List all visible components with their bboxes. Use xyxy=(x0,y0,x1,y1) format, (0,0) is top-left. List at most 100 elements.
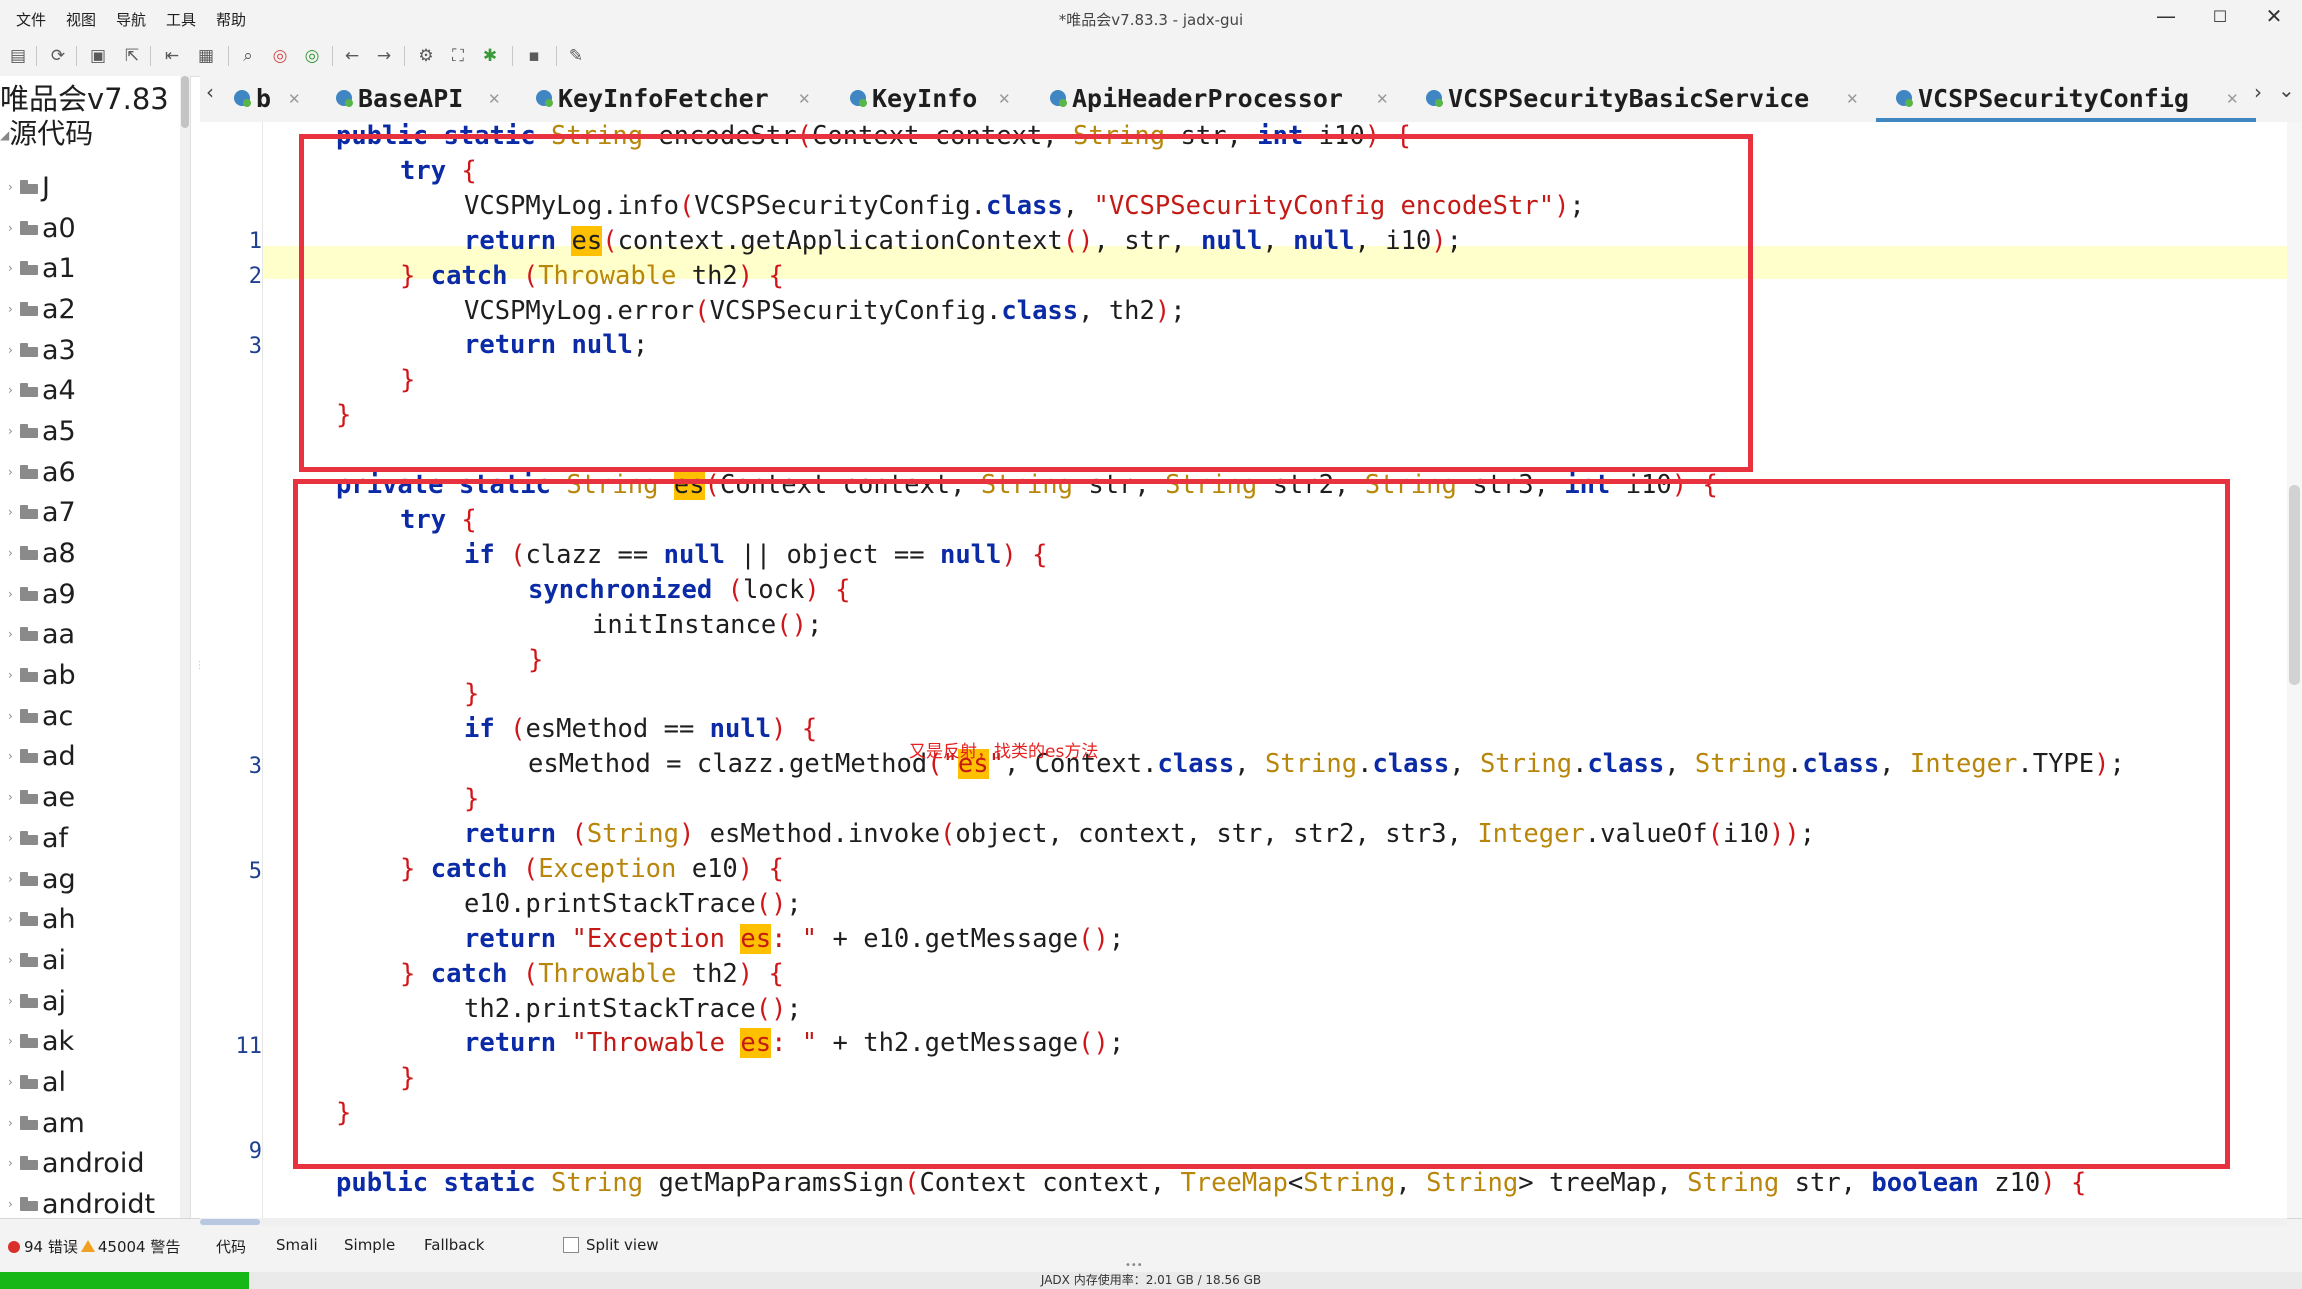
collapsed-arrow-icon[interactable]: › xyxy=(8,709,13,723)
collapsed-arrow-icon[interactable]: › xyxy=(8,302,13,316)
package-icon xyxy=(20,546,38,561)
package-icon xyxy=(20,1196,38,1211)
tab-close-icon[interactable]: ✕ xyxy=(1376,90,1389,108)
tab-scroll-left-icon[interactable]: ‹ xyxy=(206,80,214,104)
memory-usage-text: JADX 内存使用率：2.01 GB / 18.56 GB xyxy=(1040,1273,1262,1287)
tree-item-label: a9 xyxy=(42,578,76,610)
class-icon xyxy=(536,90,553,107)
split-view-checkbox[interactable] xyxy=(563,1237,579,1253)
collapsed-arrow-icon[interactable]: › xyxy=(8,1197,13,1211)
tab-code[interactable]: 代码 xyxy=(216,1236,246,1257)
tab-close-icon[interactable]: ✕ xyxy=(488,90,501,108)
collapsed-arrow-icon[interactable]: › xyxy=(8,505,13,519)
tab-close-icon[interactable]: ✕ xyxy=(2226,90,2239,108)
collapsed-arrow-icon[interactable]: › xyxy=(8,1116,13,1130)
close-window-button[interactable]: ✕ xyxy=(2254,4,2294,28)
tree-item-label: a5 xyxy=(42,416,76,448)
collapsed-arrow-icon[interactable]: › xyxy=(8,221,13,235)
tab-scroll-right-icon[interactable]: › xyxy=(2254,80,2262,104)
collapsed-arrow-icon[interactable]: › xyxy=(8,1156,13,1170)
package-icon xyxy=(20,505,38,520)
class-icon xyxy=(850,90,867,107)
collapsed-arrow-icon[interactable]: › xyxy=(8,994,13,1008)
tab-close-icon[interactable]: ✕ xyxy=(288,90,301,108)
search-icon[interactable]: ⌕ xyxy=(238,46,258,66)
tree-item-label: am xyxy=(42,1107,85,1139)
class-icon xyxy=(1896,90,1913,107)
sync-tree-icon[interactable]: ⇤ xyxy=(162,46,182,66)
tab-label: b xyxy=(256,84,272,113)
warning-count: 45004 警告 xyxy=(97,1238,181,1256)
collapsed-arrow-icon[interactable]: › xyxy=(8,383,13,397)
collapsed-arrow-icon[interactable]: › xyxy=(8,546,13,560)
export-icon[interactable]: ⇱ xyxy=(122,46,142,66)
preferences-wrench-icon[interactable]: ✎ xyxy=(566,46,586,66)
collapsed-arrow-icon[interactable]: › xyxy=(8,180,13,194)
back-arrow-icon[interactable]: ← xyxy=(342,46,362,66)
collapsed-arrow-icon[interactable]: › xyxy=(8,1075,13,1089)
tab-close-icon[interactable]: ✕ xyxy=(798,90,811,108)
code-line[interactable]: public static String getMapParamsSign(Co… xyxy=(336,1166,2086,1201)
package-icon xyxy=(20,464,38,479)
title-bar: 文件 视图 导航 工具 帮助 *唯品会v7.83.3 - jadx-gui — … xyxy=(0,0,2302,38)
class-search-icon[interactable]: ◎ xyxy=(270,46,290,66)
toolbar-separator xyxy=(36,46,37,66)
package-icon xyxy=(20,790,38,805)
minimize-button[interactable]: — xyxy=(2146,4,2186,28)
package-icon xyxy=(20,1074,38,1089)
collapsed-arrow-icon[interactable]: › xyxy=(8,343,13,357)
collapsed-arrow-icon[interactable]: › xyxy=(8,912,13,926)
tab-label: VCSPSecurityBasicService xyxy=(1448,84,1810,113)
collapsed-arrow-icon[interactable]: › xyxy=(8,872,13,886)
collapsed-arrow-icon[interactable]: › xyxy=(8,790,13,804)
horizontal-scrollbar[interactable] xyxy=(200,1218,2287,1226)
tab-simple[interactable]: Simple xyxy=(344,1236,395,1254)
tab-close-icon[interactable]: ✕ xyxy=(998,90,1011,108)
log-viewer-icon[interactable]: ▪ xyxy=(524,46,544,66)
collapsed-arrow-icon[interactable]: › xyxy=(8,424,13,438)
collapsed-arrow-icon[interactable]: › xyxy=(8,831,13,845)
tab-label: KeyInfo xyxy=(872,84,978,113)
quark-icon[interactable]: ⛶ xyxy=(448,46,468,66)
tree-item-label: a4 xyxy=(42,375,76,407)
collapsed-arrow-icon[interactable]: › xyxy=(8,627,13,641)
forward-arrow-icon[interactable]: → xyxy=(374,46,394,66)
tab-list-menu-icon[interactable]: ⌄ xyxy=(2278,78,2295,102)
collapsed-arrow-icon[interactable]: › xyxy=(8,587,13,601)
annotation-note: 又是反射，找类的es方法 xyxy=(909,742,1099,762)
collapsed-arrow-icon[interactable]: › xyxy=(8,668,13,682)
issues-summary[interactable]: 94 错误 45004 警告 xyxy=(0,1236,180,1257)
collapsed-arrow-icon[interactable]: › xyxy=(8,1034,13,1048)
debug-icon[interactable]: ✱ xyxy=(480,46,500,66)
editor-scroll-thumb[interactable] xyxy=(2289,485,2300,685)
tab-label: KeyInfoFetcher xyxy=(558,84,769,113)
reload-icon[interactable]: ⟳ xyxy=(48,46,68,66)
tree-item-label: android xyxy=(42,1148,145,1180)
tab-close-icon[interactable]: ✕ xyxy=(1846,90,1859,108)
package-icon xyxy=(20,1156,38,1171)
panel-resize-handle[interactable]: ••• xyxy=(1125,1260,1143,1271)
split-view-label: Split view xyxy=(586,1236,659,1254)
collapsed-arrow-icon[interactable]: › xyxy=(8,749,13,763)
save-icon[interactable]: ▣ xyxy=(88,46,108,66)
horizontal-scroll-thumb[interactable] xyxy=(200,1219,260,1225)
comment-search-icon[interactable]: ◎ xyxy=(302,46,322,66)
package-icon xyxy=(20,302,38,317)
sidebar-scrollbar[interactable] xyxy=(180,76,190,1218)
open-project-icon[interactable]: ▤ xyxy=(8,46,28,66)
deobfuscation-icon[interactable]: ⚙ xyxy=(416,46,436,66)
tab-smali[interactable]: Smali xyxy=(276,1236,318,1254)
collapsed-arrow-icon[interactable]: › xyxy=(8,261,13,275)
collapsed-arrow-icon[interactable]: › xyxy=(8,465,13,479)
sidebar-scroll-thumb[interactable] xyxy=(181,76,189,128)
tree-item-label: a3 xyxy=(42,334,76,366)
toolbar-separator xyxy=(332,46,333,66)
collapsed-arrow-icon[interactable]: › xyxy=(8,953,13,967)
expanded-arrow-icon: ◢ xyxy=(0,128,10,142)
tree-source-node[interactable]: ◢源代码 xyxy=(0,112,93,152)
splitter-handle[interactable]: ⋮ xyxy=(195,660,205,680)
maximize-button[interactable]: ☐ xyxy=(2200,7,2240,26)
flatten-packages-icon[interactable]: ▦ xyxy=(196,46,216,66)
tab-fallback[interactable]: Fallback xyxy=(424,1236,484,1254)
line-number: 11 xyxy=(235,1034,263,1059)
